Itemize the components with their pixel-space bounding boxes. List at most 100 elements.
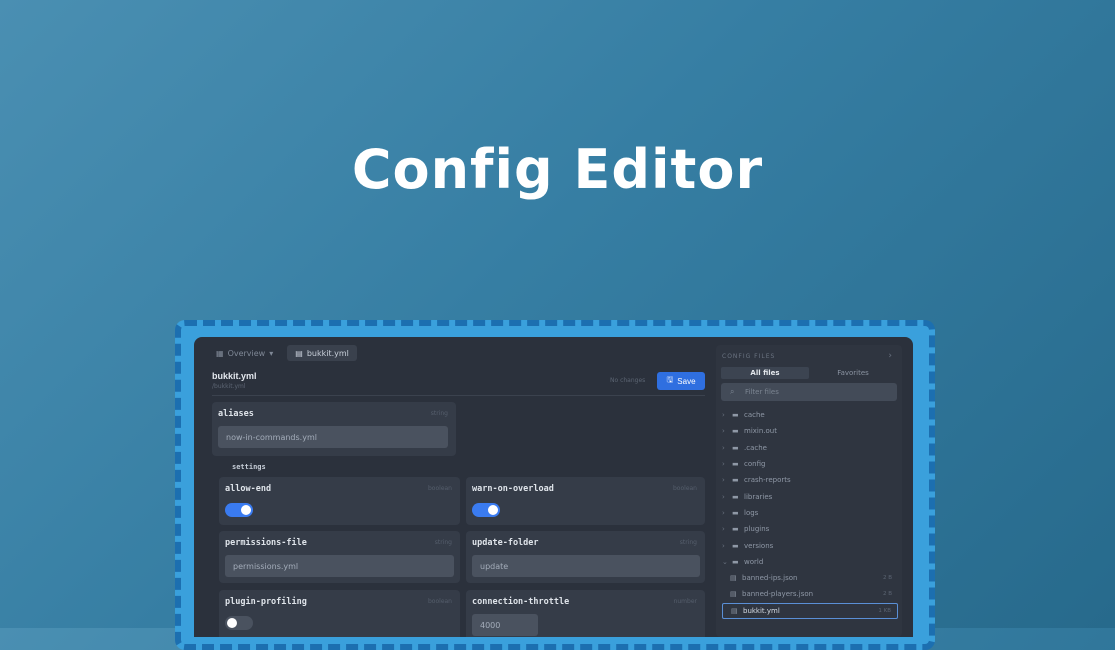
tree-item-label: plugins: [744, 525, 770, 534]
toggle-knob: [227, 618, 237, 628]
chevron-right-icon: ›: [722, 492, 725, 501]
tree-folder-config[interactable]: › ▬ config: [722, 456, 898, 472]
config-files-panel: CONFIG FILES › All files Favorites Filte…: [716, 345, 902, 637]
chevron-right-icon: ›: [722, 541, 725, 550]
file-size: 1 KB: [878, 607, 891, 614]
allow-end-toggle[interactable]: [225, 503, 253, 517]
segment-favorites[interactable]: Favorites: [809, 367, 897, 379]
save-button-label: Save: [677, 376, 696, 386]
tree-folder-cache[interactable]: › ▬ cache: [722, 407, 898, 423]
file-icon: ▤: [295, 348, 303, 358]
file-header: bukkit.yml /bukkit.yml: [212, 371, 257, 390]
tree-folder-world[interactable]: ⌄ ▬ world: [722, 554, 898, 570]
field-type: boolean: [428, 598, 452, 605]
tree-folder-logs[interactable]: › ▬ logs: [722, 505, 898, 521]
section-heading-settings: settings: [232, 463, 266, 471]
file-path: /bukkit.yml: [212, 383, 246, 390]
tab-bukkit-yml[interactable]: ▤ bukkit.yml: [287, 345, 357, 361]
field-card-warn-on-overload: warn-on-overload boolean: [466, 477, 705, 525]
tree-folder-libraries[interactable]: › ▬ libraries: [722, 488, 898, 504]
file-search-input[interactable]: Filter files: [721, 383, 897, 401]
chevron-right-icon: ›: [722, 460, 725, 469]
tree-folder-plugins[interactable]: › ▬ plugins: [722, 521, 898, 537]
folder-icon: ▬: [732, 443, 739, 452]
segment-all-files[interactable]: All files: [721, 367, 809, 379]
segment-control: All files Favorites: [721, 367, 897, 379]
field-card-allow-end: allow-end boolean: [219, 477, 460, 525]
tab-overview[interactable]: ▦ Overview ▾: [208, 345, 281, 361]
tree-file-banned-ips[interactable]: ▤ banned-ips.json 2 B: [722, 570, 898, 586]
chevron-right-icon: ›: [722, 525, 725, 534]
field-card-aliases: aliases string now-in-commands.yml: [212, 402, 456, 456]
folder-icon: ▬: [732, 525, 739, 534]
update-folder-input[interactable]: update: [472, 555, 700, 577]
toggle-knob: [241, 505, 251, 515]
panel-heading: CONFIG FILES: [722, 353, 776, 360]
tab-label: Overview: [227, 348, 266, 358]
connection-throttle-input[interactable]: 4000: [472, 614, 538, 636]
field-label: aliases: [218, 409, 254, 419]
toggle-knob: [488, 505, 498, 515]
tree-file-banned-players[interactable]: ▤ banned-players.json 2 B: [722, 586, 898, 602]
permissions-file-input[interactable]: permissions.yml: [225, 555, 454, 577]
field-type: boolean: [673, 485, 697, 492]
save-status: No changes: [610, 377, 646, 384]
tree-item-label: crash-reports: [744, 476, 791, 485]
chevron-right-icon[interactable]: ›: [888, 351, 892, 361]
field-type: string: [434, 539, 452, 546]
file-icon: ▤: [730, 574, 737, 583]
field-card-update-folder: update-folder string update: [466, 531, 705, 583]
folder-icon: ▬: [732, 541, 739, 550]
field-label: allow-end: [225, 484, 272, 494]
tree-item-label: mixin.out: [744, 427, 777, 436]
warn-on-overload-toggle[interactable]: [472, 503, 500, 517]
folder-icon: ▬: [732, 460, 739, 469]
file-size: 2 B: [882, 591, 892, 598]
folder-icon: ▬: [732, 427, 739, 436]
tree-item-label: libraries: [744, 492, 773, 501]
tree-item-label: .cache: [744, 443, 767, 452]
file-icon: ▤: [731, 606, 738, 615]
save-button[interactable]: 🖫 Save: [657, 372, 705, 390]
folder-icon: ▬: [732, 508, 739, 517]
folder-icon: ▬: [732, 557, 739, 566]
file-tree: › ▬ cache › ▬ mixin.out › ▬ .cache › ▬ config › ▬…: [722, 407, 898, 619]
file-icon: ▤: [730, 590, 737, 599]
file-size: 2 B: [882, 575, 892, 582]
field-card-plugin-profiling: plugin-profiling boolean: [219, 590, 460, 637]
tree-item-label: world: [744, 557, 764, 566]
chevron-down-icon: ⌄: [722, 557, 728, 566]
field-label: plugin-profiling: [225, 597, 307, 607]
folder-icon: ▬: [732, 492, 739, 501]
tree-folder-crash-reports[interactable]: › ▬ crash-reports: [722, 472, 898, 488]
tree-item-label: banned-ips.json: [742, 574, 798, 583]
field-type: string: [430, 410, 448, 417]
divider: [212, 395, 705, 396]
tree-item-label: versions: [744, 541, 774, 550]
field-type: number: [673, 598, 697, 605]
tree-folder-versions[interactable]: › ▬ versions: [722, 537, 898, 553]
aliases-input[interactable]: now-in-commands.yml: [218, 426, 448, 448]
tree-item-label: bukkit.yml: [743, 606, 780, 615]
search-icon: ⌕: [730, 387, 735, 396]
tab-label: bukkit.yml: [306, 348, 349, 358]
tab-bar: ▦ Overview ▾ ▤ bukkit.yml: [208, 345, 357, 361]
field-card-permissions-file: permissions-file string permissions.yml: [219, 531, 460, 583]
floppy-icon: 🖫: [666, 375, 674, 384]
field-type: string: [679, 539, 697, 546]
tree-folder-dot-cache[interactable]: › ▬ .cache: [722, 440, 898, 456]
tree-item-label: logs: [744, 508, 759, 517]
tree-folder-mixin-out[interactable]: › ▬ mixin.out: [722, 423, 898, 439]
file-title: bukkit.yml: [212, 371, 257, 381]
chevron-right-icon: ›: [722, 508, 725, 517]
tree-file-bukkit-yml[interactable]: ▤ bukkit.yml 1 KB: [722, 602, 898, 619]
field-label: connection-throttle: [472, 597, 570, 607]
field-label: update-folder: [472, 538, 539, 548]
chevron-right-icon: ›: [722, 411, 725, 420]
grid-icon: ▦: [216, 348, 224, 358]
hero-title: Config Editor: [351, 138, 764, 201]
field-label: warn-on-overload: [472, 484, 554, 494]
tree-item-label: cache: [744, 411, 765, 420]
folder-icon: ▬: [732, 411, 739, 420]
tree-item-label: banned-players.json: [742, 590, 814, 599]
